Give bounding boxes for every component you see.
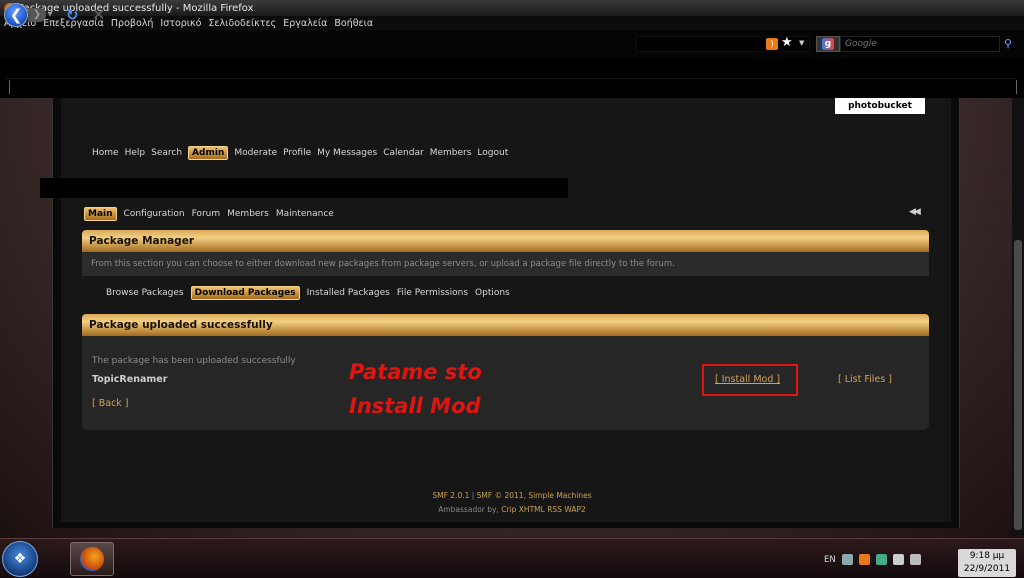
back-link[interactable]: [ Back ] xyxy=(92,398,129,409)
package-name: TopicRenamer xyxy=(92,374,168,385)
annotation-line-1: Patame sto xyxy=(349,360,482,384)
collapse-sidebar-icon[interactable]: ◀◀ xyxy=(909,207,921,217)
upload-message: The package has been uploaded successful… xyxy=(92,356,296,366)
photobucket-logo: photobucket xyxy=(835,98,925,114)
window-title: Package uploaded successfully - Mozilla … xyxy=(18,2,254,14)
footer-ambassador: Ambassador by, xyxy=(438,505,499,514)
tab-file-permissions[interactable]: File Permissions xyxy=(397,288,468,298)
firefox-icon xyxy=(80,547,104,571)
tab-download-packages[interactable]: Download Packages xyxy=(190,286,300,300)
forward-button[interactable]: ❯ xyxy=(28,8,46,22)
search-input[interactable]: Google xyxy=(840,36,1000,52)
admin-nav-members[interactable]: Members xyxy=(227,209,269,219)
menu-bookmarks[interactable]: Σελιδοδείκτες xyxy=(208,18,276,29)
footer-separator: | xyxy=(469,491,477,500)
upload-success-header: Package uploaded successfully xyxy=(82,314,929,336)
menu-help[interactable]: Βοήθεια xyxy=(334,18,373,29)
reload-icon[interactable]: ↻ xyxy=(66,6,79,24)
windows-logo-icon: ❖ xyxy=(13,551,27,567)
admin-nav-forum[interactable]: Forum xyxy=(192,209,221,219)
tab-installed-packages[interactable]: Installed Packages xyxy=(307,288,390,298)
list-files-link[interactable]: [ List Files ] xyxy=(838,374,892,385)
app-tray-icon[interactable] xyxy=(858,554,870,565)
footer-copyright: SMF 2.0.1 | SMF © 2011, Simple Machines xyxy=(0,491,1024,500)
network-icon[interactable] xyxy=(841,554,853,565)
package-manager-description: From this section you can choose to eith… xyxy=(82,252,929,276)
menu-view[interactable]: Προβολή xyxy=(111,18,154,29)
volume-icon[interactable] xyxy=(909,554,921,565)
menu-history[interactable]: Ιστορικό xyxy=(160,18,201,29)
footer-link-wap2[interactable]: WAP2 xyxy=(564,505,585,514)
scrollbar-thumb[interactable] xyxy=(1014,240,1022,530)
clock-time: 9:18 μμ xyxy=(969,551,1005,561)
nav-calendar[interactable]: Calendar xyxy=(383,148,423,158)
nav-home[interactable]: Home xyxy=(92,148,119,158)
history-dropdown-icon[interactable]: ▾ xyxy=(48,10,52,19)
forum-page-body xyxy=(61,98,951,522)
admin-nav-main[interactable]: Main xyxy=(84,207,117,221)
nav-members[interactable]: Members xyxy=(430,148,472,158)
menu-tools[interactable]: Εργαλεία xyxy=(283,18,327,29)
tab-options[interactable]: Options xyxy=(475,288,510,298)
shield-icon[interactable] xyxy=(875,554,887,565)
admin-menu: Main Configuration Forum Members Mainten… xyxy=(84,207,341,221)
package-manager-header: Package Manager xyxy=(82,230,929,252)
url-dropdown-icon[interactable]: ▼ xyxy=(799,39,804,47)
back-button[interactable]: ❮ xyxy=(4,3,28,27)
taskbar-firefox-button[interactable] xyxy=(70,542,114,576)
stop-icon[interactable]: ✕ xyxy=(92,5,105,24)
search-icon[interactable]: ⚲ xyxy=(1004,37,1012,50)
signal-icon[interactable] xyxy=(892,554,904,565)
admin-nav-configuration[interactable]: Configuration xyxy=(124,209,185,219)
footer-link-xhtml[interactable]: XHTML xyxy=(519,505,545,514)
package-manager-tabs: Browse Packages Download Packages Instal… xyxy=(106,286,517,300)
tab-browse-packages[interactable]: Browse Packages xyxy=(106,288,184,298)
footer-link-rss[interactable]: RSS xyxy=(547,505,562,514)
menu-bar: Αρχείο Επεξεργασία Προβολή Ιστορικό Σελι… xyxy=(0,16,1024,30)
footer-smf-version[interactable]: SMF 2.0.1 xyxy=(432,491,469,500)
nav-admin[interactable]: Admin xyxy=(188,146,229,160)
tab-separator xyxy=(1016,80,1017,94)
nav-logout[interactable]: Logout xyxy=(477,148,508,158)
system-tray: EN xyxy=(824,554,927,565)
language-indicator[interactable]: EN xyxy=(824,555,836,565)
window-title-bar: Package uploaded successfully - Mozilla … xyxy=(0,0,1024,16)
nav-moderate[interactable]: Moderate xyxy=(234,148,277,158)
nav-my-messages[interactable]: My Messages xyxy=(317,148,377,158)
footer-link-crip[interactable]: Crip xyxy=(501,505,516,514)
rss-feed-icon[interactable]: ) xyxy=(766,38,778,50)
annotation-line-2: Install Mod xyxy=(349,394,481,418)
nav-profile[interactable]: Profile xyxy=(283,148,311,158)
redacted-bar xyxy=(40,178,568,198)
footer-smf-copyright[interactable]: SMF © 2011, Simple Machines xyxy=(477,491,592,500)
tab-separator xyxy=(9,80,10,94)
bookmark-star-icon[interactable]: ★ xyxy=(781,35,793,50)
nav-search[interactable]: Search xyxy=(151,148,182,158)
tab-strip xyxy=(6,78,1016,94)
admin-nav-maintenance[interactable]: Maintenance xyxy=(276,209,334,219)
upload-result-panel xyxy=(82,336,929,430)
forum-main-menu: Home Help Search Admin Moderate Profile … xyxy=(92,146,514,160)
footer-links: Ambassador by, Crip XHTML RSS WAP2 xyxy=(0,505,1024,514)
google-icon: g xyxy=(822,38,834,50)
start-button[interactable]: ❖ xyxy=(2,541,38,577)
nav-help[interactable]: Help xyxy=(125,148,146,158)
clock-date: 22/9/2011 xyxy=(963,564,1011,574)
search-engine-selector[interactable]: g xyxy=(816,36,840,52)
taskbar-clock[interactable]: 9:18 μμ 22/9/2011 xyxy=(958,549,1016,577)
install-mod-link[interactable]: [ Install Mod ] xyxy=(715,374,780,385)
